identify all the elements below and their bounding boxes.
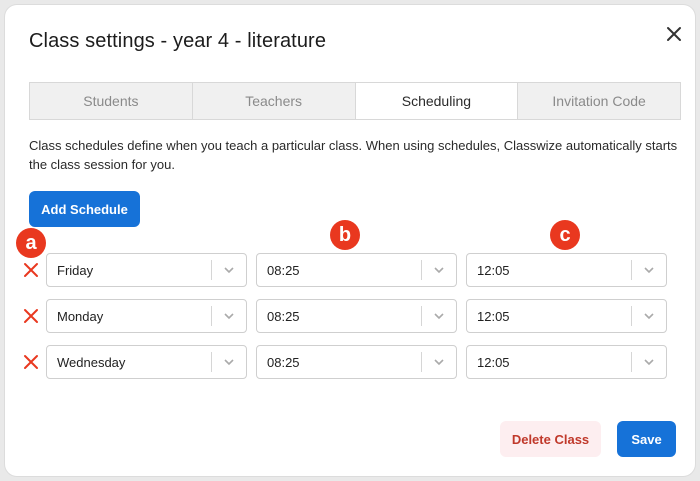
end-time-select[interactable]: 12:05 <box>466 253 667 287</box>
day-select[interactable]: Wednesday <box>46 345 247 379</box>
start-time-value: 08:25 <box>267 308 300 324</box>
marker-b: b <box>330 220 360 250</box>
day-value: Monday <box>57 308 104 324</box>
day-select[interactable]: Friday <box>46 253 247 287</box>
start-time-value: 08:25 <box>267 262 300 278</box>
chevron-down-icon <box>422 299 456 333</box>
add-schedule-button[interactable]: Add Schedule <box>29 191 140 227</box>
chevron-down-icon <box>632 299 666 333</box>
chevron-down-icon <box>632 345 666 379</box>
chevron-down-icon <box>212 253 246 287</box>
save-button[interactable]: Save <box>617 421 676 457</box>
remove-schedule-icon[interactable] <box>23 262 39 278</box>
start-time-select[interactable]: 08:25 <box>256 253 457 287</box>
day-value: Wednesday <box>57 354 126 370</box>
end-time-select[interactable]: 12:05 <box>466 345 667 379</box>
tab-scheduling[interactable]: Scheduling <box>355 83 519 119</box>
day-value: Friday <box>57 262 94 278</box>
marker-c: c <box>550 220 580 250</box>
chevron-down-icon <box>212 299 246 333</box>
settings-tabs: Students Teachers Scheduling Invitation … <box>29 82 681 120</box>
end-time-value: 12:05 <box>477 308 510 324</box>
start-time-select[interactable]: 08:25 <box>256 299 457 333</box>
remove-schedule-icon[interactable] <box>23 308 39 324</box>
class-settings-dialog: Class settings - year 4 - literature Stu… <box>5 5 695 476</box>
delete-class-button[interactable]: Delete Class <box>500 421 601 457</box>
scheduling-description: Class schedules define when you teach a … <box>29 138 678 172</box>
chevron-down-icon <box>632 253 666 287</box>
dialog-title: Class settings - year 4 - literature <box>29 30 327 52</box>
chevron-down-icon <box>422 253 456 287</box>
end-time-select[interactable]: 12:05 <box>466 299 667 333</box>
tab-students[interactable]: Students <box>30 83 193 119</box>
chevron-down-icon <box>422 345 456 379</box>
remove-schedule-icon[interactable] <box>23 354 39 370</box>
chevron-down-icon <box>212 345 246 379</box>
tab-invitation-code[interactable]: Invitation Code <box>518 83 680 119</box>
day-select[interactable]: Monday <box>46 299 247 333</box>
tab-teachers[interactable]: Teachers <box>192 83 356 119</box>
close-icon[interactable] <box>663 23 685 45</box>
marker-a: a <box>16 228 46 258</box>
end-time-value: 12:05 <box>477 262 510 278</box>
end-time-value: 12:05 <box>477 354 510 370</box>
start-time-value: 08:25 <box>267 354 300 370</box>
start-time-select[interactable]: 08:25 <box>256 345 457 379</box>
